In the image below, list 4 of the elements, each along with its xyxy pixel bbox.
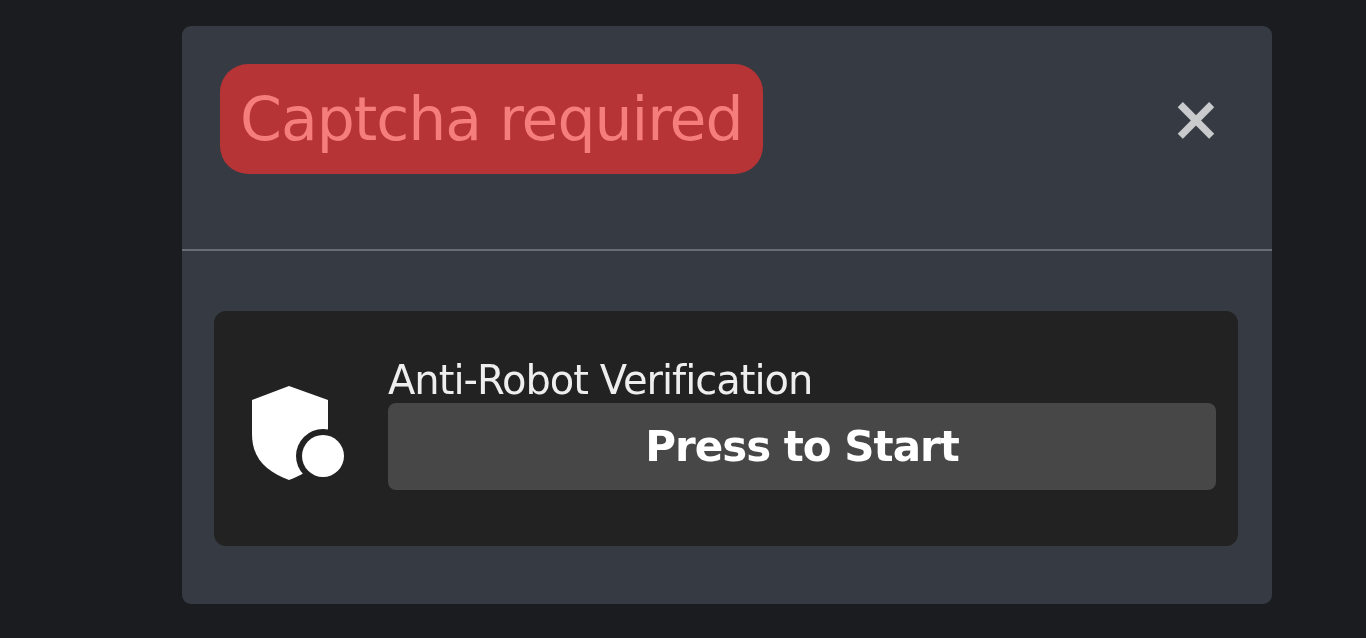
start-button[interactable]: Press to Start [388,403,1216,490]
close-button[interactable]: × [1170,88,1222,150]
dialog-title: Captcha required [220,64,763,174]
captcha-title: Anti-Robot Verification [388,357,814,403]
